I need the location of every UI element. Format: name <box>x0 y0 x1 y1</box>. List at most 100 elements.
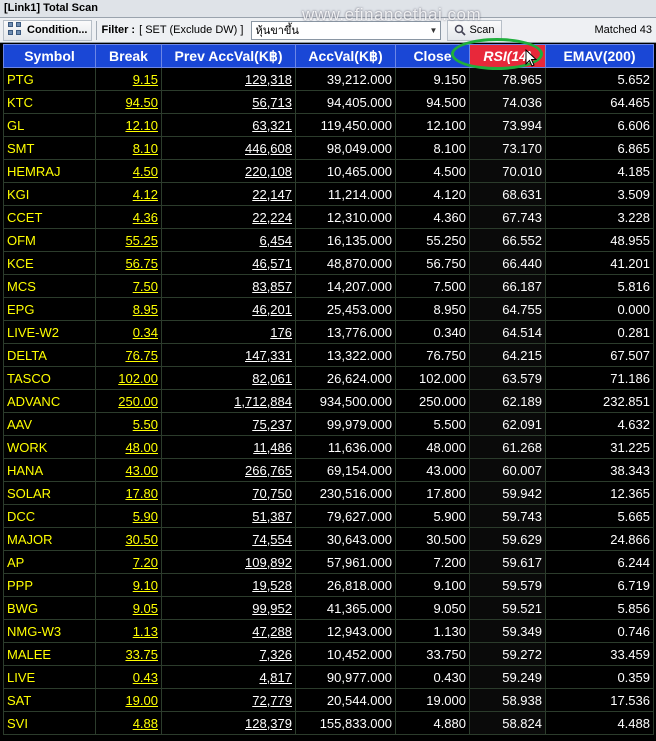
cell-break[interactable]: 19.00 <box>95 688 162 712</box>
column-header-break[interactable]: Break <box>95 44 162 68</box>
condition-button[interactable]: Condition... <box>3 19 93 41</box>
table-row[interactable]: AAV 5.50 75,237 99,979.000 5.500 62.091 4.632 <box>3 412 654 436</box>
table-row[interactable]: MAJOR 30.50 74,554 30,643.000 30.500 59.629 24… <box>3 527 654 551</box>
cell-symbol[interactable]: DELTA <box>3 343 96 367</box>
column-header-emav[interactable]: EMAV(200) <box>545 44 654 68</box>
cell-prev-accval[interactable]: 47,288 <box>161 619 296 643</box>
scan-button[interactable]: Scan <box>447 19 502 41</box>
cell-prev-accval[interactable]: 72,779 <box>161 688 296 712</box>
cell-break[interactable]: 5.50 <box>95 412 162 436</box>
table-row[interactable]: BWG 9.05 99,952 41,365.000 9.050 59.521 5.856 <box>3 596 654 620</box>
cell-break[interactable]: 43.00 <box>95 458 162 482</box>
cell-symbol[interactable]: ADVANC <box>3 389 96 413</box>
cell-prev-accval[interactable]: 176 <box>161 320 296 344</box>
table-row[interactable]: SAT 19.00 72,779 20,544.000 19.000 58.938 17.5… <box>3 688 654 712</box>
cell-break[interactable]: 5.90 <box>95 504 162 528</box>
cell-symbol[interactable]: CCET <box>3 205 96 229</box>
table-row[interactable]: LIVE-W2 0.34 176 13,776.000 0.340 64.514 0.281 <box>3 320 654 344</box>
cell-prev-accval[interactable]: 128,379 <box>161 711 296 735</box>
cell-symbol[interactable]: NMG-W3 <box>3 619 96 643</box>
table-row[interactable]: AP 7.20 109,892 57,961.000 7.200 59.617 6.244 <box>3 550 654 574</box>
cell-break[interactable]: 4.12 <box>95 182 162 206</box>
cell-break[interactable]: 102.00 <box>95 366 162 390</box>
cell-break[interactable]: 9.15 <box>95 67 162 91</box>
cell-prev-accval[interactable]: 22,224 <box>161 205 296 229</box>
column-header-close[interactable]: Close <box>395 44 470 68</box>
cell-symbol[interactable]: AAV <box>3 412 96 436</box>
scan-preset-select[interactable]: หุ้นขาขึ้น ▼ <box>251 20 442 40</box>
table-row[interactable]: CCET 4.36 22,224 12,310.000 4.360 67.743 3.228 <box>3 205 654 229</box>
table-row[interactable]: DELTA 76.75 147,331 13,322.000 76.750 64.215 6… <box>3 343 654 367</box>
cell-break[interactable]: 7.50 <box>95 274 162 298</box>
cell-symbol[interactable]: TASCO <box>3 366 96 390</box>
cell-prev-accval[interactable]: 46,571 <box>161 251 296 275</box>
column-header-accval[interactable]: AccVal(K฿) <box>295 44 396 68</box>
cell-break[interactable]: 33.75 <box>95 642 162 666</box>
cell-break[interactable]: 9.10 <box>95 573 162 597</box>
cell-break[interactable]: 4.88 <box>95 711 162 735</box>
table-row[interactable]: WORK 48.00 11,486 11,636.000 48.000 61.268 31.… <box>3 435 654 459</box>
cell-break[interactable]: 0.34 <box>95 320 162 344</box>
cell-symbol[interactable]: SAT <box>3 688 96 712</box>
table-row[interactable]: LIVE 0.43 4,817 90,977.000 0.430 59.249 0.359 <box>3 665 654 689</box>
cell-break[interactable]: 17.80 <box>95 481 162 505</box>
cell-prev-accval[interactable]: 56,713 <box>161 90 296 114</box>
chevron-down-icon[interactable]: ▼ <box>426 26 440 35</box>
cell-symbol[interactable]: WORK <box>3 435 96 459</box>
cell-break[interactable]: 4.50 <box>95 159 162 183</box>
cell-break[interactable]: 55.25 <box>95 228 162 252</box>
cell-prev-accval[interactable]: 46,201 <box>161 297 296 321</box>
cell-break[interactable]: 0.43 <box>95 665 162 689</box>
cell-prev-accval[interactable]: 51,387 <box>161 504 296 528</box>
table-row[interactable]: OFM 55.25 6,454 16,135.000 55.250 66.552 48.95… <box>3 228 654 252</box>
table-row[interactable]: TASCO 102.00 82,061 26,624.000 102.000 63.579… <box>3 366 654 390</box>
cell-prev-accval[interactable]: 129,318 <box>161 67 296 91</box>
cell-prev-accval[interactable]: 74,554 <box>161 527 296 551</box>
cell-symbol[interactable]: HANA <box>3 458 96 482</box>
table-row[interactable]: DCC 5.90 51,387 79,627.000 5.900 59.743 5.665 <box>3 504 654 528</box>
table-row[interactable]: EPG 8.95 46,201 25,453.000 8.950 64.755 0.000 <box>3 297 654 321</box>
cell-break[interactable]: 48.00 <box>95 435 162 459</box>
cell-symbol[interactable]: EPG <box>3 297 96 321</box>
table-row[interactable]: PPP 9.10 19,528 26,818.000 9.100 59.579 6.719 <box>3 573 654 597</box>
cell-symbol[interactable]: LIVE <box>3 665 96 689</box>
table-row[interactable]: SMT 8.10 446,608 98,049.000 8.100 73.170 6.865 <box>3 136 654 160</box>
cell-prev-accval[interactable]: 70,750 <box>161 481 296 505</box>
cell-break[interactable]: 4.36 <box>95 205 162 229</box>
table-row[interactable]: MALEE 33.75 7,326 10,452.000 33.750 59.272 33.… <box>3 642 654 666</box>
cell-prev-accval[interactable]: 75,237 <box>161 412 296 436</box>
cell-break[interactable]: 30.50 <box>95 527 162 551</box>
cell-symbol[interactable]: HEMRAJ <box>3 159 96 183</box>
cell-prev-accval[interactable]: 63,321 <box>161 113 296 137</box>
cell-symbol[interactable]: AP <box>3 550 96 574</box>
cell-symbol[interactable]: SVI <box>3 711 96 735</box>
table-row[interactable]: MCS 7.50 83,857 14,207.000 7.500 66.187 5.816 <box>3 274 654 298</box>
cell-break[interactable]: 1.13 <box>95 619 162 643</box>
cell-break[interactable]: 76.75 <box>95 343 162 367</box>
cell-symbol[interactable]: GL <box>3 113 96 137</box>
table-row[interactable]: KCE 56.75 46,571 48,870.000 56.750 66.440 41.2… <box>3 251 654 275</box>
cell-break[interactable]: 9.05 <box>95 596 162 620</box>
column-header-rsi[interactable]: RSI(14) <box>469 44 546 68</box>
cell-break[interactable]: 8.10 <box>95 136 162 160</box>
column-header-symbol[interactable]: Symbol <box>3 44 96 68</box>
cell-prev-accval[interactable]: 11,486 <box>161 435 296 459</box>
cell-prev-accval[interactable]: 99,952 <box>161 596 296 620</box>
table-row[interactable]: KTC 94.50 56,713 94,405.000 94.500 74.036 64.4… <box>3 90 654 114</box>
cell-symbol[interactable]: OFM <box>3 228 96 252</box>
table-row[interactable]: SVI 4.88 128,379 155,833.000 4.880 58.824 4.48… <box>3 711 654 735</box>
cell-prev-accval[interactable]: 82,061 <box>161 366 296 390</box>
cell-prev-accval[interactable]: 22,147 <box>161 182 296 206</box>
cell-symbol[interactable]: SOLAR <box>3 481 96 505</box>
cell-prev-accval[interactable]: 446,608 <box>161 136 296 160</box>
cell-symbol[interactable]: KGI <box>3 182 96 206</box>
cell-symbol[interactable]: LIVE-W2 <box>3 320 96 344</box>
cell-prev-accval[interactable]: 6,454 <box>161 228 296 252</box>
cell-symbol[interactable]: PPP <box>3 573 96 597</box>
cell-symbol[interactable]: MALEE <box>3 642 96 666</box>
cell-symbol[interactable]: KCE <box>3 251 96 275</box>
cell-break[interactable]: 12.10 <box>95 113 162 137</box>
table-row[interactable]: NMG-W3 1.13 47,288 12,943.000 1.130 59.349 0.7… <box>3 619 654 643</box>
cell-symbol[interactable]: DCC <box>3 504 96 528</box>
cell-symbol[interactable]: SMT <box>3 136 96 160</box>
